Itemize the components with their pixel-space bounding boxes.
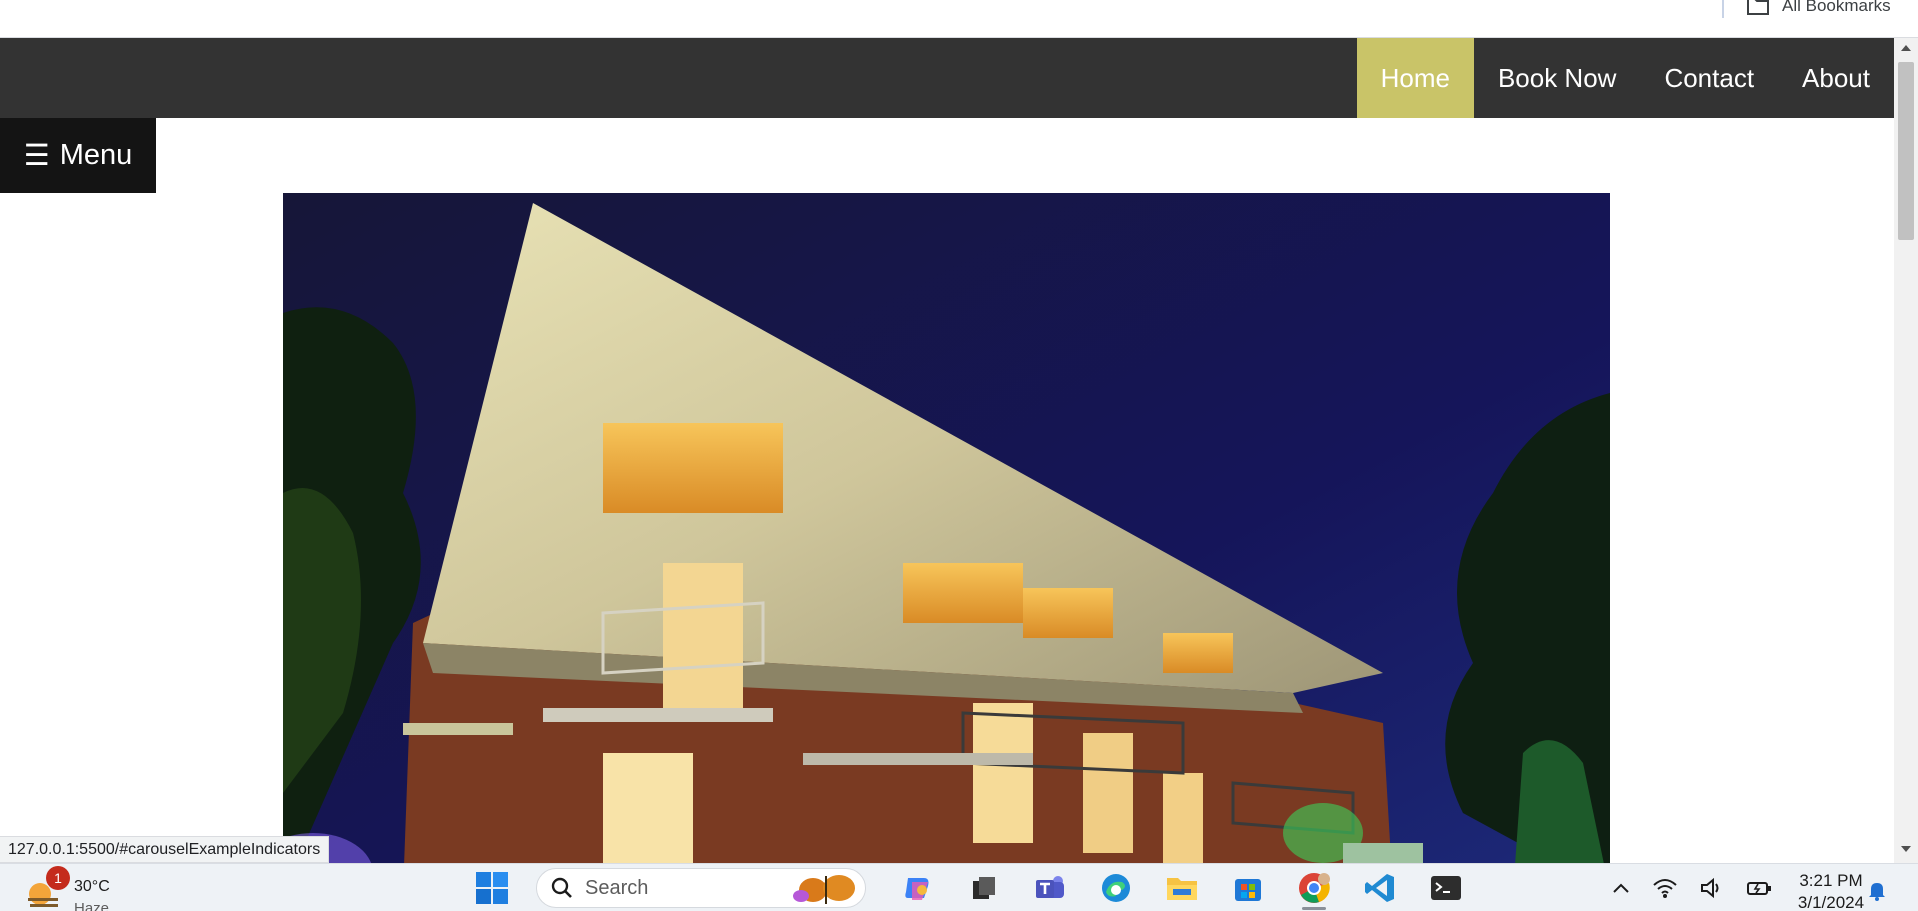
weather-widget[interactable]: 1 30°C Haze	[26, 866, 126, 911]
page-scrollbar[interactable]	[1894, 38, 1918, 863]
nav-link-about[interactable]: About	[1778, 38, 1894, 118]
scroll-thumb[interactable]	[1898, 62, 1914, 240]
weather-condition: Haze	[74, 900, 110, 911]
notification-bell-icon[interactable]	[1866, 880, 1888, 902]
vs-code-icon[interactable]	[1358, 866, 1402, 910]
bookmarks-separator	[1722, 0, 1724, 18]
menu-label: Menu	[59, 139, 133, 171]
scroll-down-arrow-icon[interactable]	[1894, 845, 1918, 859]
building-night-photo	[283, 193, 1610, 863]
search-icon	[551, 877, 572, 898]
weather-temperature: 30°C	[74, 878, 110, 895]
edge-icon[interactable]	[1094, 866, 1138, 910]
taskbar-search-box[interactable]: Search	[536, 868, 866, 908]
system-tray	[1612, 864, 1772, 911]
page-viewport: Home Book Now Contact About ☰ Menu 127.0…	[0, 38, 1894, 863]
nav-link-contact[interactable]: Contact	[1640, 38, 1778, 118]
wifi-icon[interactable]	[1652, 877, 1678, 899]
all-bookmarks-button[interactable]: All Bookmarks	[1746, 0, 1891, 16]
bookmarks-bar: All Bookmarks	[0, 0, 1918, 38]
butterfly-search-highlight-icon	[793, 875, 855, 904]
scroll-up-arrow-icon[interactable]	[1894, 44, 1918, 58]
status-url-tooltip: 127.0.0.1:5500/#carouselExampleIndicator…	[0, 836, 330, 863]
battery-icon[interactable]	[1746, 878, 1772, 898]
chrome-icon[interactable]	[1292, 866, 1336, 910]
task-view-icon[interactable]	[962, 866, 1006, 910]
volume-icon[interactable]	[1700, 877, 1724, 899]
copilot-icon[interactable]	[896, 866, 940, 910]
folder-icon	[1747, 0, 1769, 15]
all-bookmarks-label: All Bookmarks	[1782, 0, 1891, 15]
carousel-image[interactable]	[283, 193, 1610, 863]
nav-link-home[interactable]: Home	[1356, 38, 1474, 118]
windows-start-icon[interactable]	[470, 866, 514, 910]
taskbar-apps: Search	[470, 864, 1490, 911]
file-explorer-icon[interactable]	[1160, 866, 1204, 910]
nav-links: Home Book Now Contact About	[1356, 38, 1894, 118]
top-navbar: Home Book Now Contact About	[0, 38, 1894, 118]
chevron-up-icon[interactable]	[1612, 882, 1630, 894]
weather-badge: 1	[46, 866, 70, 890]
terminal-icon[interactable]	[1424, 866, 1468, 910]
nav-link-book-now[interactable]: Book Now	[1474, 38, 1641, 118]
microsoft-store-icon[interactable]	[1226, 866, 1270, 910]
hamburger-icon: ☰	[23, 140, 50, 172]
teams-icon[interactable]	[1028, 866, 1072, 910]
windows-taskbar: 1 30°C Haze Search 3:21 PM 3/1/2024	[0, 863, 1918, 911]
search-placeholder: Search	[585, 876, 649, 899]
menu-button[interactable]: ☰ Menu	[0, 118, 156, 193]
